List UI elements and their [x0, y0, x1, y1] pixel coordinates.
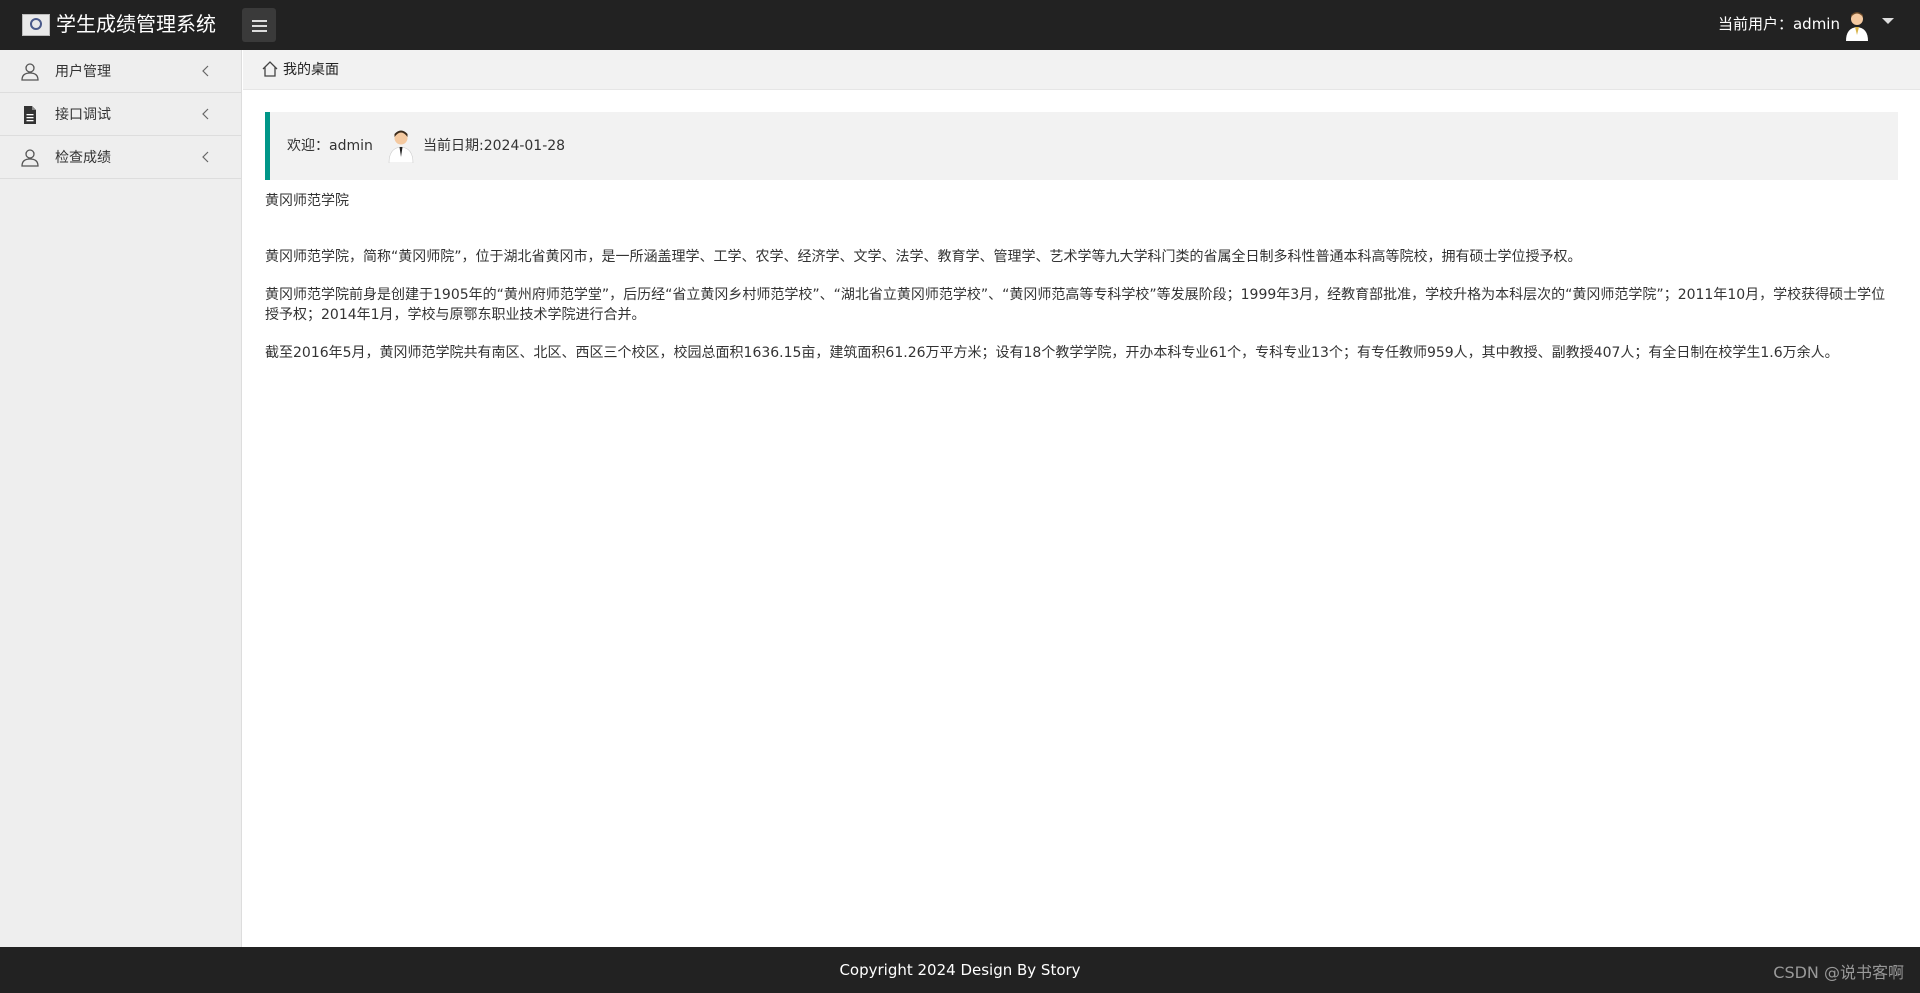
sidebar-item-label: 用户管理 — [55, 64, 111, 80]
current-date-text: 当前日期:2024-01-28 — [423, 138, 566, 154]
footer: Copyright 2024 Design By Story CSDN @说书客… — [0, 947, 1920, 993]
menu-toggle-button[interactable] — [242, 8, 276, 42]
chevron-left-icon — [202, 65, 209, 77]
watermark-text: CSDN @说书客啊 — [1773, 963, 1904, 982]
school-name-heading: 黄冈师范学院 — [265, 193, 349, 209]
chevron-left-icon — [202, 151, 209, 163]
sidebar-item-api-debug[interactable]: 接口调试 — [0, 93, 241, 136]
document-icon — [24, 106, 36, 124]
user-avatar-icon[interactable] — [1844, 11, 1870, 41]
sidebar-item-label: 检查成绩 — [55, 150, 111, 166]
sidebar-item-user-management[interactable]: 用户管理 — [0, 50, 241, 93]
breadcrumb: 我的桌面 — [243, 50, 1920, 90]
stats-paragraph: 截至2016年5月，黄冈师范学院共有南区、北区、西区三个校区，校园总面积1636… — [265, 345, 1839, 361]
app-title: 学生成绩管理系统 — [56, 12, 216, 36]
home-icon — [262, 61, 278, 77]
tab-my-desktop[interactable]: 我的桌面 — [283, 61, 339, 79]
main-content: 欢迎：admin 当前日期:2024-01-28 黄冈师范学院 黄冈师范学院，简… — [265, 90, 1898, 363]
hamburger-icon-bar — [252, 25, 267, 27]
user-icon — [21, 63, 39, 81]
chevron-left-icon — [202, 108, 209, 120]
hamburger-icon-bar — [252, 30, 267, 32]
caret-down-icon[interactable] — [1882, 18, 1894, 24]
welcome-panel: 欢迎：admin 当前日期:2024-01-28 — [265, 112, 1898, 180]
current-user-label[interactable]: 当前用户：admin — [1718, 14, 1840, 34]
hamburger-icon-bar — [252, 20, 267, 22]
welcome-text: 欢迎：admin — [287, 138, 373, 154]
top-header: 学生成绩管理系统 当前用户：admin — [0, 0, 1920, 50]
sidebar: 用户管理 接口调试 检查成绩 — [0, 50, 242, 947]
intro-paragraph: 黄冈师范学院，简称“黄冈师院”，位于湖北省黄冈市，是一所涵盖理学、工学、农学、经… — [265, 249, 1582, 265]
history-paragraph: 黄冈师范学院前身是创建于1905年的“黄州府师范学堂”，后历经“省立黄冈乡村师范… — [265, 287, 1886, 323]
user-icon — [21, 149, 39, 167]
copyright-text: Copyright 2024 Design By Story — [839, 961, 1081, 979]
school-logo — [22, 14, 50, 36]
sidebar-item-label: 接口调试 — [55, 107, 111, 123]
sidebar-item-check-grades[interactable]: 检查成绩 — [0, 136, 241, 179]
user-avatar-icon — [388, 130, 414, 163]
